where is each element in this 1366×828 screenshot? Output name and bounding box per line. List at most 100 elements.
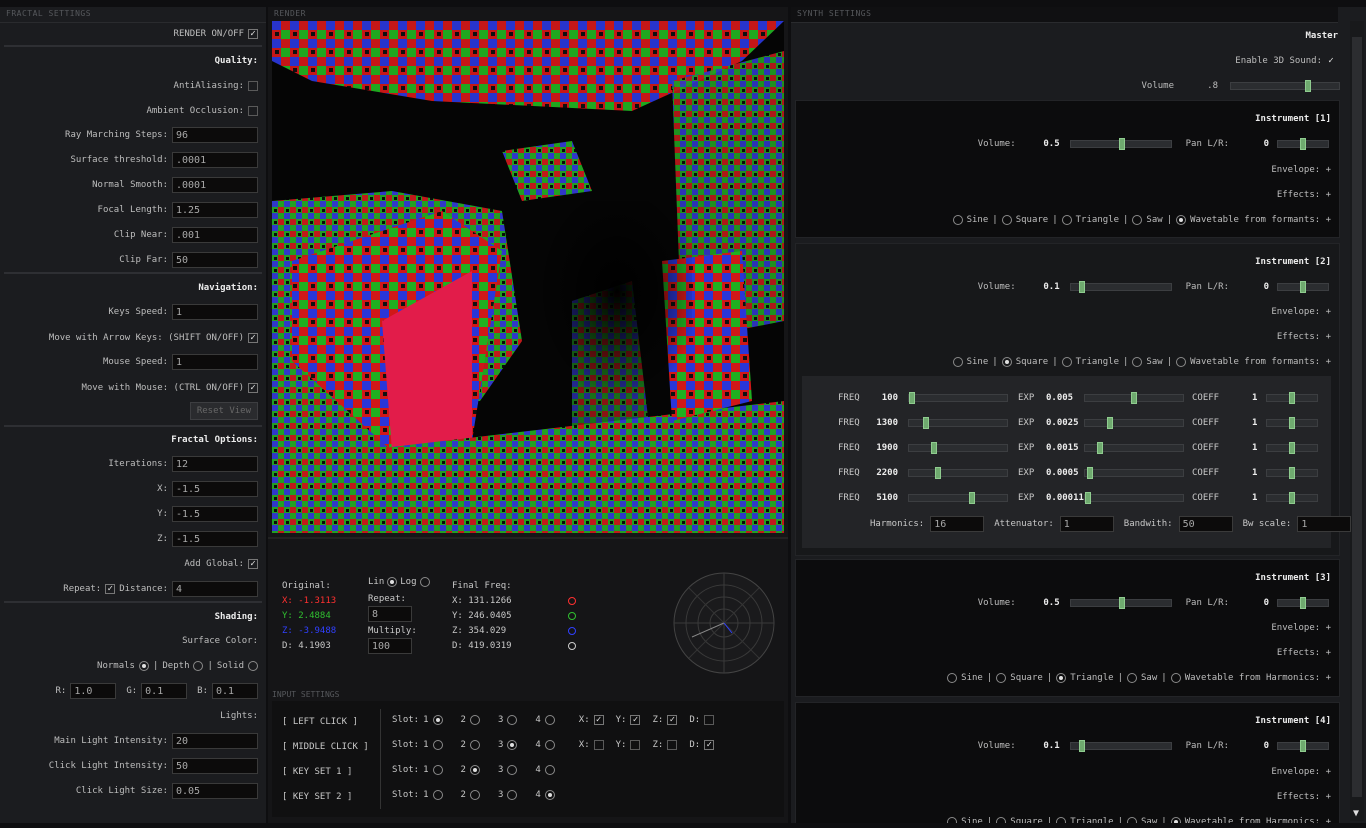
instrument-3-pan-slider[interactable] — [1277, 597, 1329, 609]
instrument-4-saw-radio[interactable] — [1127, 817, 1137, 823]
fractal-render-viewport[interactable] — [272, 21, 784, 533]
b-input[interactable]: 0.1 — [212, 683, 258, 699]
arrow-keys-checkbox[interactable]: ✓ — [248, 333, 258, 343]
bandwidth-input[interactable]: 50 — [1178, 516, 1233, 532]
left-click-slot-3-radio[interactable] — [507, 715, 518, 725]
instrument-2-effects[interactable]: Effects: + — [1277, 332, 1331, 342]
middle-click-d-checkbox[interactable]: ✓ — [704, 740, 715, 750]
repeat-input[interactable]: 8 — [368, 606, 412, 622]
instrument-1-effects[interactable]: Effects: + — [1277, 190, 1331, 200]
instrument-2-square-radio[interactable] — [1001, 357, 1012, 367]
formant-2-coeff-slider[interactable] — [1266, 417, 1318, 429]
left-click-slot-2-radio[interactable] — [469, 715, 480, 725]
instrument-1-triangle-radio[interactable] — [1061, 215, 1072, 225]
instrument-2-wavetable-radio[interactable] — [1176, 357, 1187, 367]
instrument-2-sine-radio[interactable] — [952, 357, 963, 367]
formant-5-coeff-slider[interactable] — [1266, 492, 1318, 504]
instrument-3-wavetable-radio[interactable] — [1170, 673, 1181, 683]
normal-smooth-input[interactable]: .0001 — [172, 177, 258, 193]
left-click-x-checkbox[interactable]: ✓ — [593, 715, 604, 725]
harmonics-input[interactable]: 16 — [930, 516, 985, 532]
formant-4-exp-slider[interactable] — [1084, 467, 1184, 479]
enable-3d-checkbox[interactable]: ✓ — [1326, 56, 1336, 66]
formant-3-freq-slider[interactable] — [908, 442, 1008, 454]
middle-click-x-checkbox[interactable] — [593, 740, 604, 750]
clip-far-input[interactable]: 50 — [172, 252, 258, 268]
clip-near-input[interactable]: .001 — [172, 227, 258, 243]
attenuator-input[interactable]: 1 — [1059, 516, 1114, 532]
formant-1-exp-slider[interactable] — [1084, 392, 1184, 404]
instrument-4-pan-slider[interactable] — [1277, 740, 1329, 752]
instrument-1-envelope[interactable]: Envelope: + — [1271, 165, 1331, 175]
y-input[interactable]: -1.5 — [172, 506, 258, 522]
formant-1-coeff-slider[interactable] — [1266, 392, 1318, 404]
middle-click-z-checkbox[interactable] — [667, 740, 678, 750]
left-click-z-checkbox[interactable]: ✓ — [667, 715, 678, 725]
left-click-d-checkbox[interactable] — [704, 715, 715, 725]
surface-threshold-input[interactable]: .0001 — [172, 152, 258, 168]
key-set-1-slot-3-radio[interactable] — [507, 765, 518, 775]
instrument-1-volume-slider[interactable] — [1069, 138, 1172, 150]
instrument-4-envelope[interactable]: Envelope: + — [1271, 767, 1331, 777]
middle-click-slot-4-radio[interactable] — [544, 740, 555, 750]
key-set-2-slot-1-radio[interactable] — [432, 790, 443, 800]
middle-click-slot-3-radio[interactable] — [507, 740, 518, 750]
main-light-input[interactable]: 20 — [172, 733, 258, 749]
solid-radio[interactable] — [248, 661, 258, 671]
formant-5-freq-slider[interactable] — [908, 492, 1008, 504]
distance-input[interactable]: 4 — [172, 581, 258, 597]
instrument-3-sine-radio[interactable] — [947, 673, 958, 683]
key-set-1-slot-4-radio[interactable] — [544, 765, 555, 775]
normals-radio[interactable] — [138, 661, 149, 671]
instrument-3-square-radio[interactable] — [996, 673, 1007, 683]
master-volume-slider[interactable] — [1230, 80, 1340, 92]
focal-length-input[interactable]: 1.25 — [172, 202, 258, 218]
lin-radio[interactable] — [387, 577, 398, 587]
instrument-3-saw-radio[interactable] — [1127, 673, 1137, 683]
key-set-1-slot-1-radio[interactable] — [432, 765, 443, 775]
formant-4-coeff-slider[interactable] — [1266, 467, 1318, 479]
left-click-slot-1-radio[interactable] — [432, 715, 443, 725]
x-input[interactable]: -1.5 — [172, 481, 258, 497]
click-light-input[interactable]: 50 — [172, 758, 258, 774]
ray-steps-input[interactable]: 96 — [172, 127, 258, 143]
ao-checkbox[interactable] — [248, 106, 258, 116]
z-input[interactable]: -1.5 — [172, 531, 258, 547]
mouse-speed-input[interactable]: 1 — [172, 354, 258, 370]
reset-view-button[interactable]: Reset View — [189, 402, 258, 420]
middle-click-slot-2-radio[interactable] — [469, 740, 480, 750]
instrument-2-triangle-radio[interactable] — [1061, 357, 1072, 367]
middle-click-slot-1-radio[interactable] — [432, 740, 443, 750]
instrument-1-wavetable-radio[interactable] — [1176, 215, 1187, 225]
repeat-checkbox[interactable]: ✓ — [105, 584, 116, 594]
click-light-size-input[interactable]: 0.05 — [172, 783, 258, 799]
key-set-2-slot-2-radio[interactable] — [469, 790, 480, 800]
instrument-3-effects[interactable]: Effects: + — [1277, 648, 1331, 658]
middle-click-y-checkbox[interactable] — [630, 740, 641, 750]
instrument-4-volume-slider[interactable] — [1069, 740, 1172, 752]
formant-2-exp-slider[interactable] — [1084, 417, 1184, 429]
instrument-2-envelope[interactable]: Envelope: + — [1271, 307, 1331, 317]
formant-5-exp-slider[interactable] — [1084, 492, 1184, 504]
instrument-4-sine-radio[interactable] — [947, 817, 958, 823]
instrument-2-pan-slider[interactable] — [1277, 281, 1329, 293]
instrument-2-saw-radio[interactable] — [1132, 357, 1143, 367]
instrument-4-square-radio[interactable] — [996, 817, 1007, 823]
left-click-y-checkbox[interactable]: ✓ — [630, 715, 641, 725]
keys-speed-input[interactable]: 1 — [172, 304, 258, 320]
depth-radio[interactable] — [193, 661, 204, 671]
instrument-4-wavetable-radio[interactable] — [1170, 817, 1181, 823]
instrument-3-volume-slider[interactable] — [1069, 597, 1172, 609]
scrollbar[interactable]: ▼ — [1350, 21, 1364, 821]
r-input[interactable]: 1.0 — [70, 683, 117, 699]
left-click-slot-4-radio[interactable] — [544, 715, 555, 725]
instrument-1-pan-slider[interactable] — [1277, 138, 1329, 150]
move-mouse-checkbox[interactable]: ✓ — [248, 383, 258, 393]
formant-1-freq-slider[interactable] — [908, 392, 1008, 404]
instrument-2-volume-slider[interactable] — [1069, 281, 1172, 293]
bw-scale-input[interactable]: 1 — [1297, 516, 1352, 532]
add-global-checkbox[interactable]: ✓ — [248, 559, 258, 569]
instrument-3-triangle-radio[interactable] — [1056, 673, 1067, 683]
key-set-2-slot-4-radio[interactable] — [544, 790, 555, 800]
instrument-4-effects[interactable]: Effects: + — [1277, 792, 1331, 802]
